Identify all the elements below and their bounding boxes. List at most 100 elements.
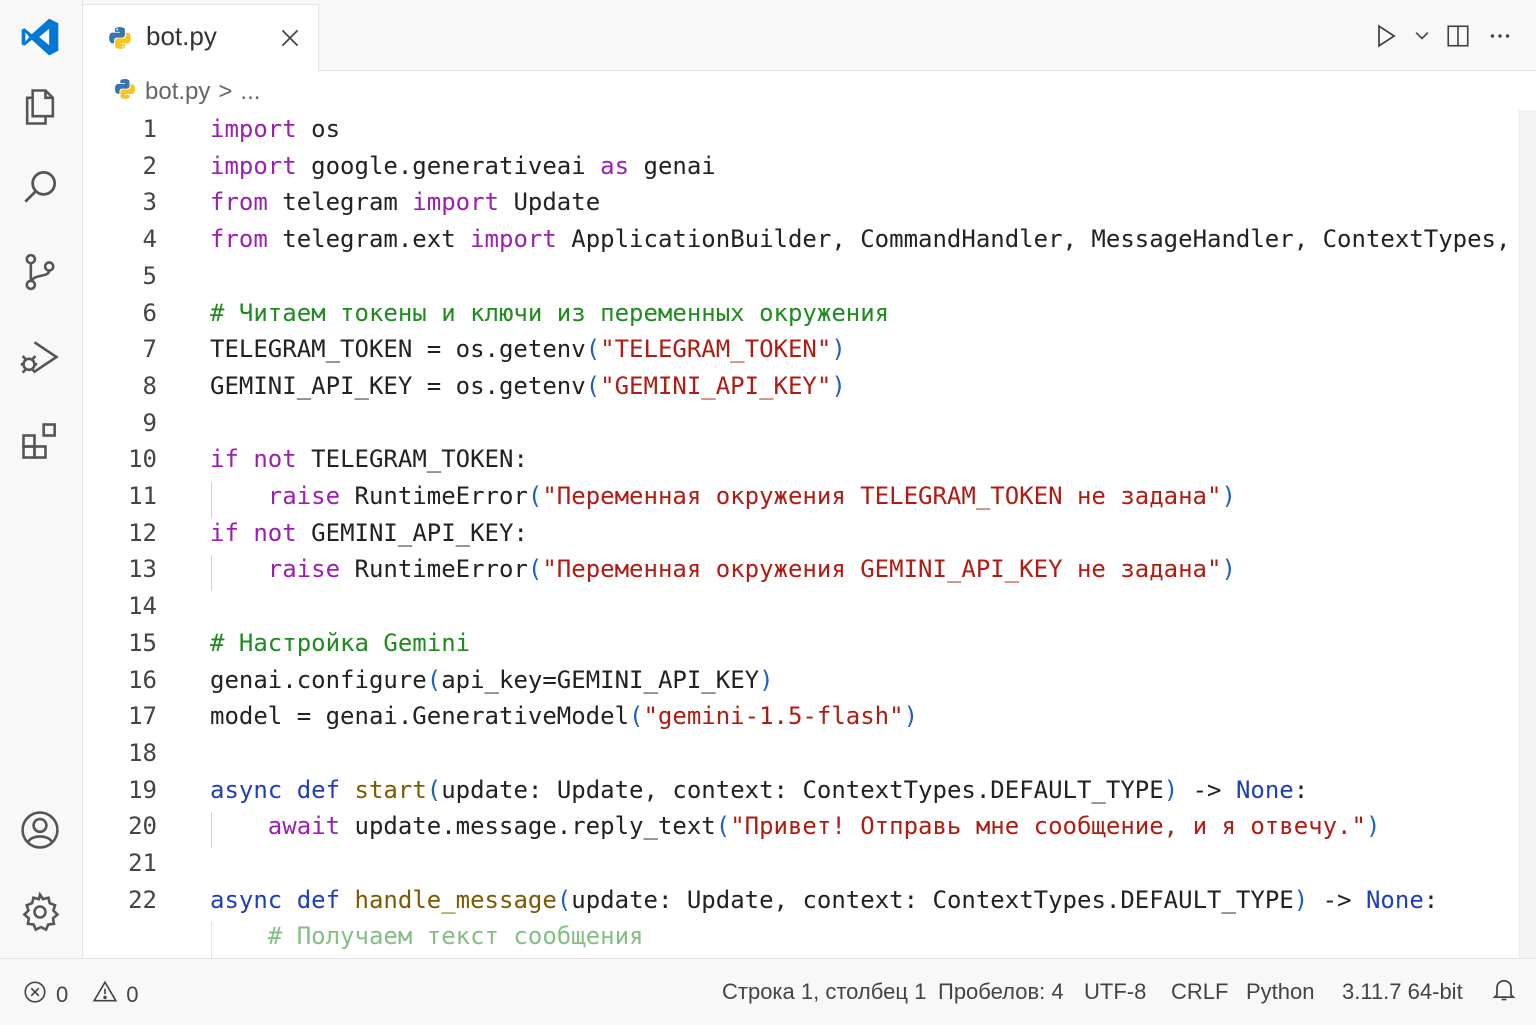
- vscode-logo-icon: [15, 12, 65, 62]
- code-line[interactable]: 20 await update.message.reply_text("Прив…: [83, 812, 1536, 849]
- token: async: [210, 775, 283, 804]
- problems-indicator[interactable]: 0 0: [22, 979, 139, 1011]
- code-line[interactable]: 12 if not GEMINI_API_KEY:: [83, 519, 1536, 555]
- code-line[interactable]: 14: [83, 592, 1536, 628]
- line-number: 14: [128, 592, 157, 621]
- split-editor-icon[interactable]: [1442, 20, 1474, 52]
- token: from: [210, 225, 268, 254]
- python-file-icon: [113, 77, 137, 108]
- code-line[interactable]: 9: [83, 409, 1536, 445]
- token: None: [1365, 885, 1424, 914]
- run-debug-icon[interactable]: [15, 332, 65, 382]
- token: :: [1423, 885, 1439, 914]
- token: (: [426, 775, 442, 804]
- line-number: 6: [142, 298, 157, 327]
- code-line[interactable]: 19 async def start(update: Update, contex…: [83, 776, 1536, 812]
- code-line[interactable]: 1 import os: [83, 115, 1536, 151]
- close-icon[interactable]: [277, 25, 303, 51]
- line-number: 20: [128, 812, 157, 841]
- code-editor[interactable]: 1 import os 2 import google.generativeai as…: [83, 115, 1536, 958]
- line-text: async def start(update: Update, context:…: [210, 776, 1308, 804]
- editor-actions: [1370, 20, 1516, 52]
- tab-bot-py[interactable]: bot.py: [83, 4, 319, 72]
- error-count: 0: [56, 982, 69, 1007]
- token: RuntimeError: [340, 482, 528, 510]
- token: (: [585, 335, 601, 364]
- source-control-icon[interactable]: [15, 247, 65, 297]
- language-mode[interactable]: Python: [1246, 979, 1315, 1005]
- token: Update: [499, 188, 601, 217]
- code-line[interactable]: 11 raise RuntimeError("Переменная окруже…: [83, 482, 1536, 518]
- warning-icon: [92, 979, 118, 1011]
- line-text: raise RuntimeError("Переменная окружения…: [210, 482, 1236, 510]
- token: "Привет! Отправь мне сообщение, и я отве…: [730, 812, 1366, 841]
- line-text: # Получаем текст сообщения: [210, 922, 644, 951]
- extensions-icon[interactable]: [15, 416, 65, 466]
- code-line[interactable]: 3 from telegram import Update: [83, 188, 1536, 224]
- chevron-down-icon[interactable]: [1412, 20, 1432, 52]
- code-line[interactable]: 17 model = genai.GenerativeModel("gemini-…: [83, 702, 1536, 738]
- token: update.message.reply_text: [340, 812, 716, 841]
- search-icon[interactable]: [15, 162, 65, 212]
- code-line[interactable]: 8 GEMINI_API_KEY = os.getenv("GEMINI_API_…: [83, 372, 1536, 408]
- token: import: [210, 151, 297, 180]
- code-line[interactable]: 16 genai.configure(api_key=GEMINI_API_KEY…: [83, 666, 1536, 702]
- more-actions-icon[interactable]: [1484, 20, 1516, 52]
- explorer-icon[interactable]: [15, 82, 65, 132]
- token: google.generativeai: [296, 151, 601, 180]
- vertical-scrollbar[interactable]: [1519, 110, 1536, 958]
- token: "Переменная окружения GEMINI_API_KEY не …: [542, 555, 1222, 584]
- token: telegram: [267, 188, 413, 217]
- breadcrumb-more[interactable]: ...: [240, 78, 260, 106]
- token: # Получаем текст сообщения: [267, 922, 644, 951]
- breadcrumb-file[interactable]: bot.py: [145, 78, 210, 106]
- line-text: import google.generativeai as genai: [210, 152, 716, 180]
- token: RuntimeError: [340, 555, 528, 584]
- line-number: 22: [128, 885, 157, 914]
- token: (: [629, 702, 644, 731]
- code-line[interactable]: # Получаем текст сообщения: [83, 922, 1536, 958]
- token: def: [296, 775, 341, 804]
- tab-bar: bot.py: [83, 0, 1536, 72]
- encoding[interactable]: UTF-8: [1084, 979, 1146, 1005]
- line-number: 19: [128, 775, 157, 804]
- end-of-line[interactable]: CRLF: [1171, 979, 1228, 1005]
- token: def: [296, 885, 341, 914]
- token: not: [253, 445, 297, 474]
- line-number: 12: [128, 518, 157, 547]
- line-number: 4: [142, 225, 157, 254]
- code-line[interactable]: 4 from telegram.ext import ApplicationBui…: [83, 225, 1536, 261]
- token: ): [1365, 812, 1381, 841]
- token: "TELEGRAM_TOKEN": [600, 335, 832, 364]
- code-line[interactable]: 15 # Настройка Gemini: [83, 629, 1536, 665]
- code-line[interactable]: 5: [83, 262, 1536, 298]
- line-text: model = genai.GenerativeModel("gemini-1.…: [210, 702, 918, 730]
- code-line[interactable]: 13 raise RuntimeError("Переменная окруже…: [83, 555, 1536, 592]
- code-line[interactable]: 21: [83, 849, 1536, 885]
- code-line[interactable]: 22 async def handle_message(update: Updat…: [83, 886, 1536, 922]
- token: start: [354, 775, 427, 804]
- settings-gear-icon[interactable]: [15, 887, 65, 937]
- line-number: 18: [128, 738, 157, 767]
- run-python-file-button[interactable]: [1370, 20, 1402, 52]
- code-line[interactable]: 10 if not TELEGRAM_TOKEN:: [83, 445, 1536, 481]
- account-icon[interactable]: [15, 805, 65, 855]
- indentation[interactable]: Пробелов: 4: [938, 979, 1064, 1005]
- code-line[interactable]: 18: [83, 739, 1536, 775]
- code-line[interactable]: 7 TELEGRAM_TOKEN = os.getenv("TELEGRAM_TO…: [83, 335, 1536, 371]
- code-line[interactable]: 6 # Читаем токены и ключи из переменных о…: [83, 299, 1536, 335]
- token: ): [1293, 885, 1309, 914]
- editor-area: bot.py bot.py > ... 1 import os 2 import…: [83, 0, 1536, 958]
- token: import: [470, 225, 557, 254]
- cursor-position[interactable]: Строка 1, столбец 1: [722, 979, 926, 1005]
- notifications-bell-icon[interactable]: [1490, 975, 1518, 1003]
- token: ): [1221, 482, 1236, 510]
- python-interpreter[interactable]: 3.11.7 64-bit: [1342, 979, 1463, 1005]
- token: if: [210, 445, 239, 474]
- code-line[interactable]: 2 import google.generativeai as genai: [83, 152, 1536, 188]
- error-icon: [22, 979, 48, 1011]
- token: ): [831, 335, 846, 364]
